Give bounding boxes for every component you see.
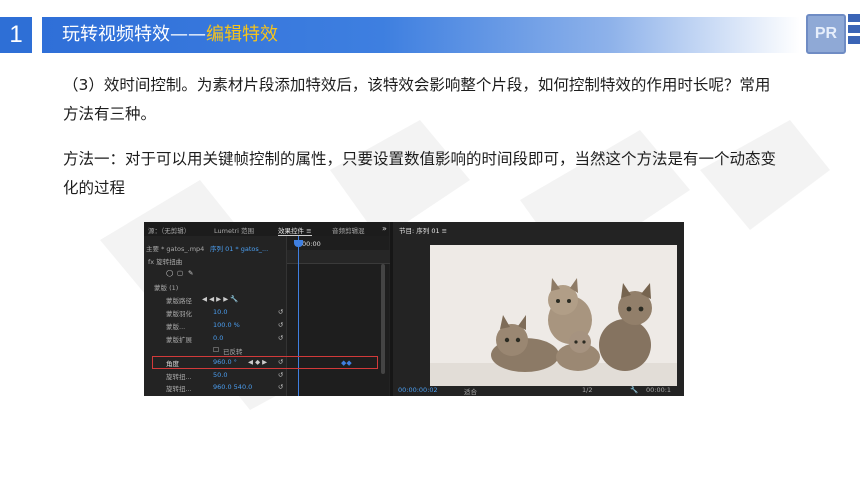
property-row: 蒙版羽化 10.0 ↺ (144, 308, 286, 320)
ellipse-mask-icon[interactable]: ◯ (166, 269, 173, 277)
paragraph-effect-time-control: （3）效时间控制。为素材片段添加特效后，该特效会影响整个片段，如何控制特效的作用… (63, 76, 771, 123)
monitor-timecode[interactable]: 00:00:00:02 (398, 386, 438, 394)
panel-tabs: 源：（无剪辑） Lumetri 范围 效果控件 ≡ 音频剪辑混 » (144, 222, 389, 236)
pen-mask-icon[interactable]: ✎ (188, 269, 193, 277)
property-label: 蒙版扩展 (166, 336, 192, 344)
source-clip-label: 主要 * gatos_.mp4 (146, 245, 205, 253)
mask-group-row: 蒙版 (1) (144, 282, 286, 294)
property-label: 蒙版... (166, 323, 186, 331)
mask-tools-row: ◯ ▢ ✎ (144, 269, 286, 281)
effect-row: fx 旋转扭曲 (144, 256, 286, 268)
ruler-timecode: 00:00 (302, 240, 321, 248)
slide-number: 1 (0, 17, 32, 53)
property-value[interactable]: 0.0 (213, 334, 223, 342)
tab-audio-mixer[interactable]: 音频剪辑混 (332, 225, 365, 235)
tab-effect-controls[interactable]: 效果控件 ≡ (278, 225, 312, 236)
premiere-logo: PR (806, 14, 846, 54)
tab-lumetri[interactable]: Lumetri 范围 (214, 225, 254, 235)
playhead-handle[interactable] (294, 240, 303, 247)
title-main: 玩转视频特效—— (62, 24, 206, 45)
panel-scrollbar[interactable] (381, 264, 385, 374)
reset-icon[interactable]: ↺ (278, 321, 283, 329)
logo-stripes (848, 14, 860, 54)
property-value[interactable]: 960.0 540.0 (213, 383, 252, 391)
panel-divider[interactable] (390, 222, 393, 396)
property-row: 蒙版... 100.0 % ↺ (144, 321, 286, 333)
property-row: 蒙版路径 ◀ ◀ ▶ ▶ 🔧 (144, 295, 286, 307)
mask-track-controls-icon[interactable]: ◀ ◀ ▶ ▶ 🔧 (202, 295, 238, 303)
fit-dropdown[interactable]: 适合 (464, 386, 477, 396)
property-label: 蒙版羽化 (166, 310, 192, 318)
paragraph-method-one: 方法一：对于可以用关键帧控制的属性，只要设置数值影响的时间段即可，当然这个方法是… (63, 150, 777, 197)
tab-source[interactable]: 源：（无剪辑） (148, 225, 190, 235)
reset-icon[interactable]: ↺ (278, 308, 283, 316)
reset-icon[interactable]: ↺ (278, 383, 283, 391)
resolution-dropdown[interactable]: 1/2 (582, 386, 592, 394)
premiere-screenshot: 源：（无剪辑） Lumetri 范围 效果控件 ≡ 音频剪辑混 » 主要 * g… (144, 222, 684, 396)
monitor-controls-bar: 00:00:00:02 适合 1/2 🔧 00:00:1 (394, 386, 684, 396)
effect-name: fx 旋转扭曲 (148, 258, 183, 266)
playhead[interactable] (298, 236, 299, 396)
reset-icon[interactable]: ↺ (278, 334, 283, 342)
sequence-clip-label[interactable]: 序列 01 * gatos_... (210, 243, 268, 253)
property-row: 旋转扭... 50.0 ↺ (144, 371, 286, 383)
effect-timeline[interactable]: 00:00 (286, 236, 390, 396)
property-value[interactable]: 100.0 % (213, 321, 240, 329)
inverted-checkbox[interactable]: ☐ (213, 346, 219, 354)
reset-icon[interactable]: ↺ (278, 371, 283, 379)
wrench-icon[interactable]: 🔧 (630, 386, 638, 394)
tab-program-monitor[interactable]: 节目: 序列 01 ≡ (399, 225, 447, 235)
slide-title: 玩转视频特效——编辑特效 (62, 17, 278, 53)
property-row: 蒙版扩展 0.0 ↺ (144, 334, 286, 346)
property-value[interactable]: 50.0 (213, 371, 227, 379)
inverted-label: 已反转 (223, 348, 243, 356)
kittens-video-frame (430, 245, 677, 388)
mask-group-label: 蒙版 (1) (154, 284, 179, 292)
property-row: 旋转扭... 960.0 540.0 ↺ (144, 383, 286, 395)
property-value[interactable]: 10.0 (213, 308, 227, 316)
title-highlight: 编辑特效 (206, 24, 278, 45)
property-label: 蒙版路径 (166, 297, 192, 305)
more-tabs-icon[interactable]: » (382, 224, 387, 233)
program-monitor-screen (430, 245, 677, 388)
rect-mask-icon[interactable]: ▢ (177, 269, 183, 277)
property-label: 旋转扭... (166, 373, 192, 381)
timeline-ruler[interactable] (287, 250, 390, 264)
keyframe-icon[interactable]: ◆◆ (341, 359, 352, 367)
property-label: 旋转扭... (166, 385, 192, 393)
duration-timecode: 00:00:1 (646, 386, 672, 394)
